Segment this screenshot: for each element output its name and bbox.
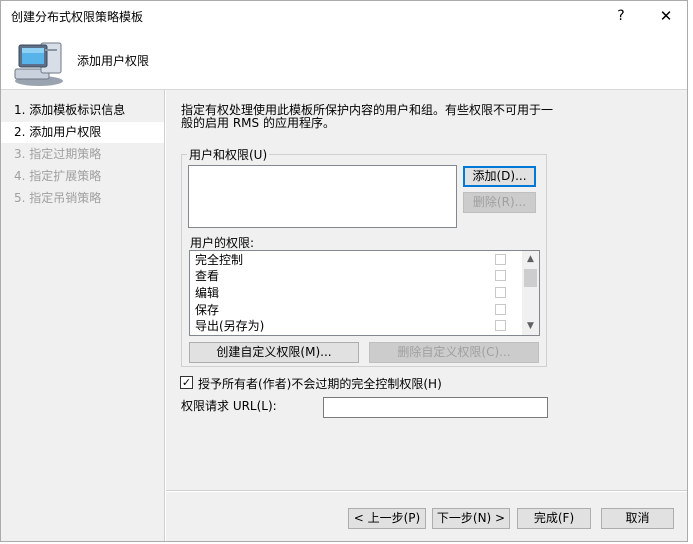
remove-user-button: 删除(R)... xyxy=(463,192,536,213)
page-description: 指定有权处理使用此模板所保护内容的用户和组。有些权限不可用于一般的启用 RMS … xyxy=(181,103,554,130)
grant-owner-checkbox[interactable]: ✓ xyxy=(180,376,193,389)
permission-label: 导出(另存为) xyxy=(195,319,265,333)
permission-row[interactable]: 查看 xyxy=(195,268,515,284)
permission-label: 查看 xyxy=(195,269,220,283)
finish-button[interactable]: 完成(F) xyxy=(517,508,591,529)
users-list[interactable] xyxy=(188,165,457,228)
permission-row[interactable]: 完全控制 xyxy=(195,252,515,268)
page-title: 添加用户权限 xyxy=(77,54,150,68)
user-rights-label: 用户的权限: xyxy=(190,236,255,250)
grant-owner-label: 授予所有者(作者)不会过期的完全控制权限(H) xyxy=(198,377,442,391)
permission-checkbox[interactable] xyxy=(495,304,506,315)
wizard-steps: 1. 添加模板标识信息 2. 添加用户权限 3. 指定过期策略 4. 指定扩展策… xyxy=(1,90,164,541)
permission-label: 完全控制 xyxy=(195,253,244,267)
permissions-scrollbar[interactable]: ▲ ▼ xyxy=(522,251,539,335)
permissions-list[interactable]: 完全控制 查看 编辑 保存 导出(另存为) ▲ ▼ xyxy=(189,250,540,336)
scrollbar-thumb[interactable] xyxy=(524,269,537,287)
next-button[interactable]: 下一步(N) > xyxy=(432,508,510,529)
rights-url-label: 权限请求 URL(L): xyxy=(181,399,277,413)
permission-checkbox[interactable] xyxy=(495,270,506,281)
sidebar-divider xyxy=(164,90,166,541)
dialog-window: 创建分布式权限策略模板 ? ✕ 添加用户权限 1. 添加模板标识信息 2. 添加… xyxy=(0,0,688,542)
add-user-button[interactable]: 添加(D)... xyxy=(463,166,536,187)
help-button[interactable]: ? xyxy=(601,3,641,29)
chevron-up-icon[interactable]: ▲ xyxy=(522,251,539,268)
title-bar: 创建分布式权限策略模板 ? ✕ xyxy=(1,1,687,31)
back-button[interactable]: < 上一步(P) xyxy=(348,508,426,529)
permission-checkbox[interactable] xyxy=(495,254,506,265)
rights-url-input[interactable] xyxy=(323,397,548,418)
step-expiration-policy: 3. 指定过期策略 xyxy=(14,147,102,161)
permission-row[interactable]: 编辑 xyxy=(195,285,515,301)
window-title: 创建分布式权限策略模板 xyxy=(11,10,144,24)
permission-row[interactable]: 导出(另存为) xyxy=(195,318,515,334)
footer-divider xyxy=(166,490,687,492)
permission-checkbox[interactable] xyxy=(495,287,506,298)
wizard-header: 添加用户权限 xyxy=(1,31,687,90)
computer-monitor-icon xyxy=(14,42,63,86)
permission-row[interactable]: 保存 xyxy=(195,302,515,318)
cancel-button[interactable]: 取消 xyxy=(601,508,674,529)
close-button[interactable]: ✕ xyxy=(646,3,686,29)
step-add-user-rights[interactable]: 2. 添加用户权限 xyxy=(1,122,164,143)
step-revocation-policy: 5. 指定吊销策略 xyxy=(14,191,102,205)
step-add-template-id[interactable]: 1. 添加模板标识信息 xyxy=(1,100,164,121)
chevron-down-icon[interactable]: ▼ xyxy=(522,318,539,335)
permission-label: 保存 xyxy=(195,303,220,317)
checkmark-icon: ✓ xyxy=(181,376,192,389)
permission-label: 编辑 xyxy=(195,286,220,300)
create-custom-right-button[interactable]: 创建自定义权限(M)... xyxy=(189,342,359,363)
delete-custom-right-button: 删除自定义权限(C)... xyxy=(369,342,539,363)
permission-checkbox[interactable] xyxy=(495,320,506,331)
step-extended-policy: 4. 指定扩展策略 xyxy=(14,169,102,183)
users-rights-label: 用户和权限(U) xyxy=(187,146,270,163)
